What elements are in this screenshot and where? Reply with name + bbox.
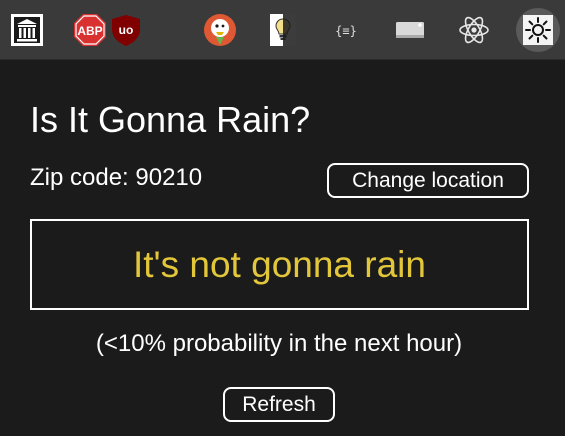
page-title: Is It Gonna Rain? <box>30 99 311 140</box>
library-columns-icon[interactable] <box>5 8 49 52</box>
rain-popup: Is It Gonna Rain? Zip code: 90210 Change… <box>0 60 565 436</box>
refresh-button[interactable]: Refresh <box>223 387 335 422</box>
rain-probability-text: (<10% probability in the next hour) <box>95 330 463 357</box>
lightbulb-icon[interactable] <box>261 8 305 52</box>
adblock-plus-text: ABP <box>77 24 102 38</box>
browser-extension-toolbar: ABP uo {≡} <box>0 0 565 60</box>
duckduckgo-icon[interactable] <box>198 8 242 52</box>
zip-code-label: Zip code: 90210 <box>30 164 203 191</box>
react-devtools-icon[interactable] <box>452 8 496 52</box>
sun-icon[interactable] <box>516 8 560 52</box>
screen-icon[interactable] <box>388 8 432 52</box>
json-formatter-icon[interactable]: {≡} <box>324 8 368 52</box>
rain-result-box: It's not gonna rain <box>30 219 529 310</box>
ublock-origin-icon[interactable]: uo <box>104 8 148 52</box>
rain-result-text: It's not gonna rain <box>133 243 426 285</box>
ublock-origin-text: uo <box>119 23 134 37</box>
json-formatter-text: {≡} <box>335 24 357 38</box>
change-location-button[interactable]: Change location <box>327 163 529 198</box>
